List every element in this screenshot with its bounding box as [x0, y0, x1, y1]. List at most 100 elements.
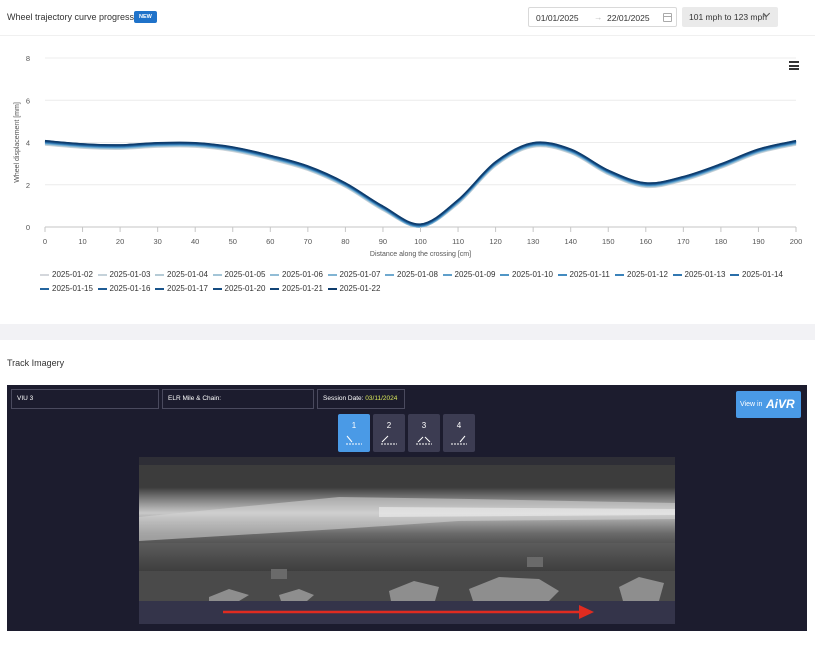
x-tick-label: 70: [304, 237, 312, 246]
series-line-2025-01-05[interactable]: [44, 143, 797, 228]
series-line-2025-01-06[interactable]: [44, 143, 797, 228]
legend-item[interactable]: 2025-01-10: [500, 270, 553, 279]
legend-label: 2025-01-16: [109, 284, 151, 293]
view-in-aivr-button[interactable]: View in AiVR: [736, 391, 801, 418]
elr-label: ELR Mile & Chain:: [168, 395, 222, 402]
legend-item[interactable]: 2025-01-04: [155, 270, 208, 279]
series-line-2025-01-13[interactable]: [44, 141, 797, 227]
chart-menu-icon[interactable]: [789, 61, 799, 70]
legend-item[interactable]: 2025-01-21: [270, 284, 323, 293]
y-axis: 0 2 4 6 8: [26, 54, 30, 232]
y-tick-label: 4: [26, 139, 30, 148]
legend-item[interactable]: 2025-01-14: [730, 270, 783, 279]
legend-swatch: [212, 287, 222, 290]
legend-item[interactable]: 2025-01-02: [40, 270, 93, 279]
legend-swatch: [615, 273, 624, 276]
legend-swatch: [97, 287, 107, 290]
x-tick-label: 140: [564, 237, 577, 246]
view-tab-2[interactable]: 2: [373, 414, 405, 452]
track-image[interactable]: [139, 457, 675, 624]
view-tab-label: 4: [456, 421, 462, 430]
aivr-logo: AiVR: [766, 397, 795, 411]
view-tab-1[interactable]: 1: [338, 414, 370, 452]
legend-item[interactable]: 2025-01-15: [40, 284, 93, 293]
x-tick-label: 120: [489, 237, 502, 246]
y-tick-label: 2: [26, 181, 30, 190]
legend-label: 2025-01-21: [282, 284, 323, 293]
legend-label: 2025-01-03: [109, 270, 151, 279]
section-title: Track Imagery: [7, 358, 65, 368]
legend-swatch: [155, 287, 164, 290]
legend-item[interactable]: 2025-01-08: [385, 270, 438, 279]
x-tick-label: 150: [602, 237, 615, 246]
y-tick-label: 6: [26, 96, 30, 105]
legend-label: 2025-01-22: [339, 284, 381, 293]
series-line-2025-01-03[interactable]: [44, 143, 797, 228]
legend-swatch: [557, 273, 567, 276]
series-line-2025-01-22[interactable]: [44, 139, 797, 225]
date-range-picker[interactable]: 01/01/2025 → 22/01/2025: [528, 7, 677, 27]
series-line-2025-01-16[interactable]: [44, 140, 797, 226]
view-tab-3[interactable]: 3: [408, 414, 440, 452]
series-line-2025-01-17[interactable]: [44, 140, 797, 226]
legend-item[interactable]: 2025-01-12: [615, 270, 668, 279]
legend-item[interactable]: 2025-01-09: [442, 270, 496, 279]
date-end-input[interactable]: 22/01/2025: [607, 13, 650, 23]
legend-item[interactable]: 2025-01-22: [327, 284, 381, 293]
y-axis-label: Wheel displacement [mm]: [14, 102, 21, 183]
legend-item[interactable]: 2025-01-07: [327, 270, 380, 279]
speed-range-select[interactable]: 101 mph to 123 mph: [682, 7, 778, 27]
date-arrow-icon: →: [594, 12, 603, 22]
elr-field: ELR Mile & Chain:: [162, 389, 314, 409]
legend-swatch: [500, 273, 509, 276]
series-line-2025-01-15[interactable]: [44, 140, 797, 226]
series-line-2025-01-12[interactable]: [44, 141, 797, 227]
legend-item[interactable]: 2025-01-20: [212, 284, 266, 293]
legend-item[interactable]: 2025-01-17: [155, 284, 208, 293]
chart-title: Wheel trajectory curve progression: [7, 12, 147, 22]
legend-swatch: [155, 273, 164, 276]
view-tab-4[interactable]: 4: [443, 414, 475, 452]
x-tick-label: 40: [191, 237, 199, 246]
legend-swatch: [270, 287, 279, 290]
legend-label: 2025-01-13: [684, 270, 726, 279]
view-tab-label: 1: [351, 421, 357, 430]
track-imagery-panel: VIU 3 ELR Mile & Chain: Session Date: 03…: [7, 385, 807, 631]
legend-item[interactable]: 2025-01-05: [212, 270, 265, 279]
legend-swatch: [442, 273, 452, 276]
calendar-icon[interactable]: [663, 13, 672, 22]
series-line-2025-01-21[interactable]: [44, 140, 797, 225]
series-line-2025-01-14[interactable]: [44, 141, 797, 227]
series-line-2025-01-02[interactable]: [44, 144, 797, 228]
view-tab-label: 3: [421, 421, 427, 430]
camera-angle-icon: [346, 435, 362, 445]
legend-label: 2025-01-20: [224, 284, 266, 293]
series-line-2025-01-07[interactable]: [44, 142, 797, 228]
legend-swatch: [97, 273, 107, 276]
x-tick-label: 0: [43, 237, 47, 246]
legend-label: 2025-01-02: [52, 270, 93, 279]
legend-item[interactable]: 2025-01-16: [97, 284, 151, 293]
x-tick-label: 160: [640, 237, 653, 246]
x-tick-label: 20: [116, 237, 124, 246]
legend-item[interactable]: 2025-01-13: [672, 270, 726, 279]
date-start-input[interactable]: 01/01/2025: [536, 13, 579, 23]
legend-label: 2025-01-08: [397, 270, 438, 279]
series-line-2025-01-20[interactable]: [44, 140, 797, 226]
legend-item[interactable]: 2025-01-11: [557, 270, 610, 279]
session-field: Session Date: 03/11/2024: [317, 389, 405, 409]
series-line-2025-01-04[interactable]: [44, 143, 797, 228]
legend-item[interactable]: 2025-01-03: [97, 270, 151, 279]
chart-header: Wheel trajectory curve progression NEW 0…: [0, 0, 815, 36]
legend-swatch: [385, 273, 394, 276]
legend-swatch: [730, 273, 739, 276]
session-label: Session Date:: [323, 395, 364, 402]
legend-swatch: [270, 273, 279, 276]
x-tick-label: 170: [677, 237, 690, 246]
legend-label: 2025-01-09: [454, 270, 496, 279]
camera-angle-icon: [451, 435, 467, 445]
section-divider: [0, 324, 815, 340]
x-tick-label: 30: [153, 237, 161, 246]
legend-label: 2025-01-15: [52, 284, 93, 293]
legend-item[interactable]: 2025-01-06: [270, 270, 323, 279]
